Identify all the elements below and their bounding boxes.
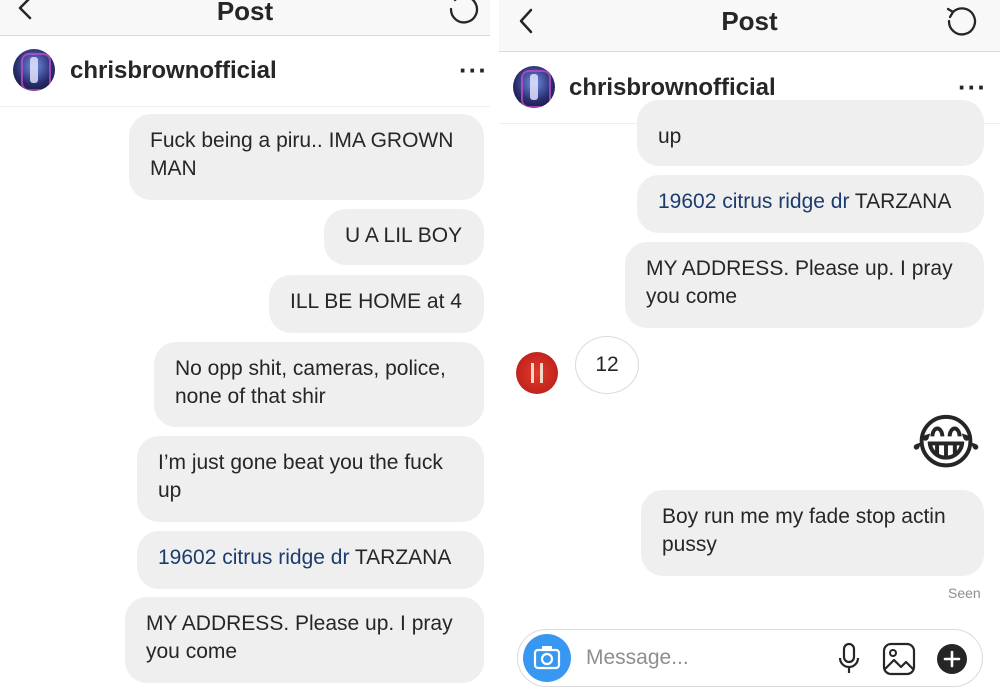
username[interactable]: chrisbrownofficial bbox=[569, 74, 776, 102]
address-link[interactable]: 19602 citrus ridge dr bbox=[158, 546, 349, 569]
message-text: TARZANA bbox=[849, 190, 952, 213]
message-bubble[interactable]: U A LIL BOY bbox=[324, 209, 484, 265]
message-text: U A LIL BOY bbox=[345, 224, 463, 247]
more-icon[interactable]: ··· bbox=[958, 72, 987, 103]
camera-button[interactable] bbox=[523, 634, 571, 682]
message-bubble[interactable]: ILL BE HOME at 4 bbox=[269, 275, 484, 333]
message-text: Boy run me my fade stop actin pussy bbox=[662, 505, 946, 556]
camera-icon bbox=[533, 646, 561, 670]
right-screenshot: Post chrisbrownofficial ··· up 19602 cit… bbox=[499, 0, 1000, 689]
avatar[interactable] bbox=[13, 49, 55, 91]
message-input[interactable]: Message... bbox=[586, 646, 689, 670]
seen-status: Seen bbox=[948, 585, 981, 601]
message-bubble[interactable]: 19602 citrus ridge dr TARZANA bbox=[137, 531, 484, 589]
message-bubble[interactable]: up bbox=[637, 100, 984, 166]
message-text: ILL BE HOME at 4 bbox=[290, 290, 462, 313]
refresh-icon[interactable] bbox=[446, 0, 480, 26]
gallery-icon[interactable] bbox=[882, 642, 916, 676]
sender-avatar[interactable] bbox=[516, 352, 558, 394]
avatar[interactable] bbox=[513, 66, 555, 108]
address-link[interactable]: 19602 citrus ridge dr bbox=[658, 190, 849, 213]
add-icon[interactable] bbox=[936, 643, 968, 675]
nav-bar: Post bbox=[499, 0, 1000, 52]
more-icon[interactable]: ··· bbox=[459, 55, 488, 86]
message-bubble[interactable]: MY ADDRESS. Please up. I pray you come bbox=[625, 242, 984, 328]
message-text: up bbox=[658, 125, 682, 148]
message-text: 12 bbox=[595, 353, 619, 376]
refresh-icon[interactable] bbox=[944, 4, 978, 38]
message-text: No opp shit, cameras, police, none of th… bbox=[175, 357, 446, 408]
microphone-icon[interactable] bbox=[836, 642, 862, 676]
message-bubble[interactable]: Fuck being a piru.. IMA GROWN MAN bbox=[129, 114, 484, 200]
laughing-emoji[interactable]: 😂 bbox=[911, 413, 981, 473]
message-text: TARZANA bbox=[349, 546, 452, 569]
message-bubble[interactable]: 19602 citrus ridge dr TARZANA bbox=[637, 175, 984, 233]
message-bubble[interactable]: 12 bbox=[575, 336, 639, 394]
message-text: I’m just gone beat you the fuck up bbox=[158, 451, 443, 502]
message-composer[interactable]: Message... bbox=[517, 629, 983, 687]
message-bubble[interactable]: MY ADDRESS. Please up. I pray you come bbox=[125, 597, 484, 683]
message-bubble[interactable]: No opp shit, cameras, police, none of th… bbox=[154, 342, 484, 427]
page-title: Post bbox=[216, 0, 274, 26]
message-text: Fuck being a piru.. IMA GROWN MAN bbox=[150, 129, 454, 180]
nav-bar: Post bbox=[0, 0, 490, 36]
message-bubble[interactable]: I’m just gone beat you the fuck up bbox=[137, 436, 484, 522]
message-bubble[interactable]: Boy run me my fade stop actin pussy bbox=[641, 490, 984, 576]
username[interactable]: chrisbrownofficial bbox=[70, 57, 277, 85]
divider bbox=[490, 0, 499, 689]
left-screenshot: Post chrisbrownofficial ··· Fuck being a… bbox=[0, 0, 490, 689]
message-text: MY ADDRESS. Please up. I pray you come bbox=[146, 612, 453, 663]
page-title: Post bbox=[721, 6, 778, 36]
message-text: MY ADDRESS. Please up. I pray you come bbox=[646, 257, 953, 308]
user-header: chrisbrownofficial ··· bbox=[0, 36, 490, 107]
